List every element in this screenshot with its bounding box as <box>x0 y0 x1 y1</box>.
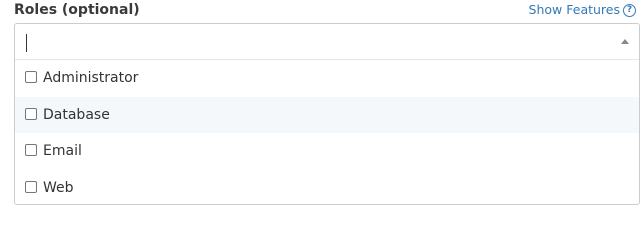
show-features-label: Show Features <box>528 2 620 17</box>
question-circle-icon: ? <box>623 3 636 17</box>
roles-field-label: Roles (optional) <box>14 2 140 18</box>
option-label: Administrator <box>43 70 139 86</box>
option-administrator[interactable]: Administrator <box>15 60 639 97</box>
database-checkbox[interactable] <box>25 107 37 120</box>
option-label: Database <box>43 106 110 123</box>
option-label: Web <box>43 179 74 196</box>
administrator-checkbox[interactable] <box>25 71 37 83</box>
option-label: Email <box>43 143 82 159</box>
option-email[interactable]: Email <box>15 133 639 170</box>
roles-search-input[interactable] <box>15 24 639 60</box>
field-header: Roles (optional) Show Features ? <box>0 0 643 22</box>
chevron-up-icon[interactable] <box>621 39 629 44</box>
show-features-link[interactable]: Show Features ? <box>529 2 636 18</box>
web-checkbox[interactable] <box>25 180 37 193</box>
option-web[interactable]: Web <box>15 170 639 207</box>
email-checkbox[interactable] <box>25 144 37 156</box>
roles-multiselect[interactable]: Administrator Database Email Web <box>14 23 640 205</box>
option-database[interactable]: Database <box>15 96 639 133</box>
text-cursor <box>26 34 27 52</box>
roles-options-list: Administrator Database Email Web <box>15 60 639 206</box>
